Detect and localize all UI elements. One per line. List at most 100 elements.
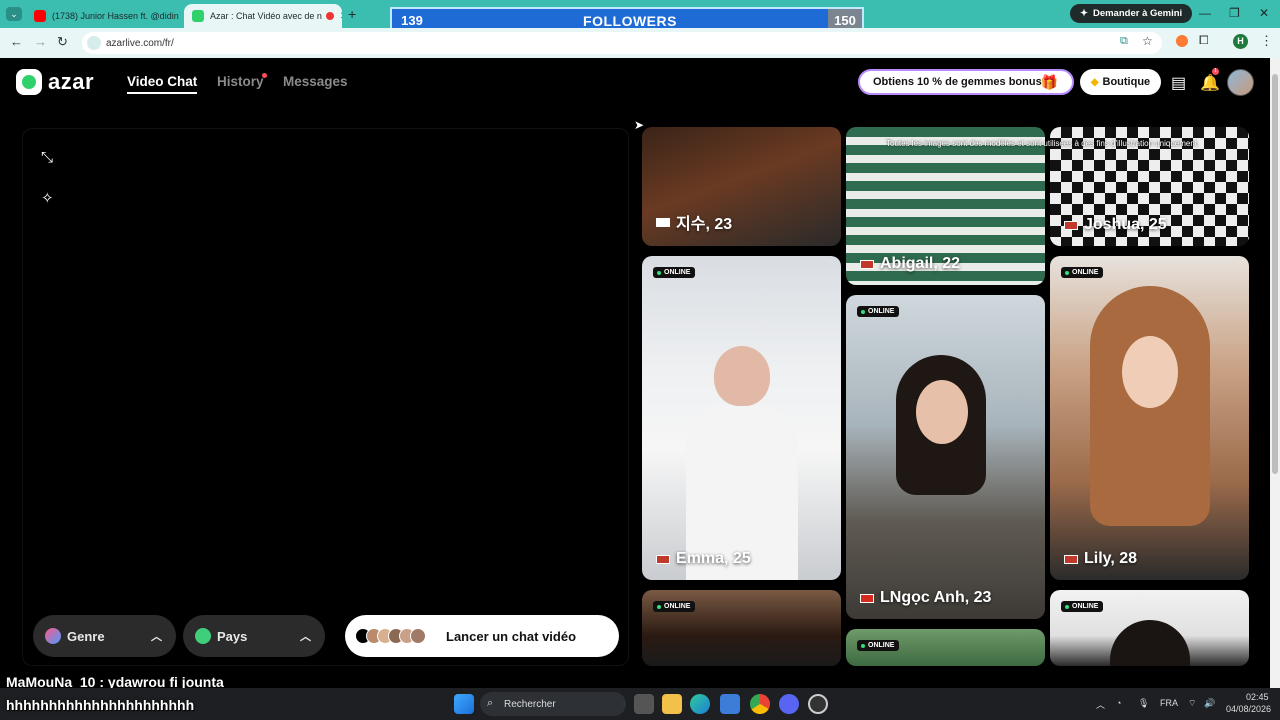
profile-card[interactable]: ONLINE Emma, 25 [642, 256, 841, 580]
online-badge: ONLINE [1061, 601, 1104, 612]
wifi-icon[interactable]: ⌔ [1188, 698, 1196, 709]
portrait-figure [714, 346, 770, 406]
gem-icon: ◆ [1090, 76, 1099, 88]
gemini-label: Demander à Gemini [1092, 8, 1183, 19]
clock-date[interactable]: 04/08/2026 [1226, 704, 1271, 714]
store-icon[interactable] [720, 694, 740, 714]
online-badge: ONLINE [653, 267, 696, 278]
scrollbar-thumb[interactable] [1272, 74, 1278, 474]
back-icon[interactable]: ← [10, 34, 23, 49]
profile-avatar[interactable]: H [1233, 34, 1248, 49]
volume-icon[interactable]: 🔊 [1204, 698, 1215, 709]
launch-video-chat-button[interactable]: Lancer un chat vidéo [345, 615, 619, 657]
chrome-icon[interactable] [750, 694, 770, 714]
extension-icon[interactable] [1176, 35, 1188, 47]
history-new-dot [262, 73, 267, 78]
taskbar-search[interactable]: ⌕ Rechercher [480, 692, 626, 716]
profile-card[interactable]: 지수, 23 [642, 127, 841, 246]
profile-card[interactable]: ONLINE [642, 590, 841, 666]
avatar-stack [355, 628, 426, 644]
avatar [410, 628, 426, 644]
extensions-puzzle-icon[interactable]: ⧠ [1199, 33, 1209, 48]
genre-label: Genre [67, 628, 105, 644]
genre-filter-button[interactable]: Genre ︿ [33, 615, 176, 657]
azar-logo[interactable]: azar [16, 69, 94, 95]
reload-icon[interactable]: ↻ [57, 34, 68, 50]
search-icon: ⌕ [487, 697, 494, 709]
tab-azar[interactable]: Azar : Chat Vidéo avec de n ✕ [184, 4, 342, 28]
recording-icon [325, 12, 334, 20]
discord-icon[interactable] [779, 694, 799, 714]
inbox-icon[interactable]: ▤ [1171, 73, 1186, 93]
online-badge: ONLINE [653, 601, 696, 612]
close-tab-icon[interactable]: ✕ [179, 11, 182, 22]
tab-search-icon[interactable]: ⌄ [6, 7, 22, 21]
online-badge: ONLINE [857, 306, 900, 317]
flag-icon [860, 259, 874, 269]
profile-name: Emma, 25 [656, 550, 751, 568]
nav-messages[interactable]: Messages [283, 74, 348, 89]
new-tab-button[interactable]: + [348, 6, 356, 22]
profile-name: Joshua, 25 [1064, 216, 1167, 234]
azar-favicon-icon [192, 10, 204, 22]
tab-title: (1738) Junior Hassen ft. @didin [52, 11, 179, 21]
magic-wand-icon[interactable]: ✧ [41, 189, 54, 207]
flag-icon [1064, 554, 1078, 564]
tray-chevron-icon[interactable]: ︿ [1096, 698, 1105, 711]
edge-icon[interactable] [690, 694, 710, 714]
profile-card[interactable]: Abigail, 22 [846, 127, 1045, 285]
video-chat-panel: ⤡ ✧ Genre ︿ Pays ︿ Lancer un chat vidéo [22, 128, 629, 666]
gemini-icon: ✦ [1080, 8, 1088, 19]
tab-title: Azar : Chat Vidéo avec de n [210, 11, 322, 21]
profile-name: 지수, 23 [656, 210, 732, 234]
followers-current: 139 [401, 13, 423, 28]
profile-card[interactable]: ONLINE Lily, 28 [1050, 256, 1249, 580]
youtube-icon [34, 10, 46, 22]
profile-card[interactable]: ONLINE LNgọc Anh, 23 [846, 295, 1045, 619]
profile-card[interactable]: ONLINE [846, 629, 1045, 666]
tab-youtube[interactable]: (1738) Junior Hassen ft. @didin ✕ [26, 4, 182, 28]
nav-history[interactable]: History [217, 74, 264, 89]
page-scrollbar[interactable] [1270, 58, 1280, 688]
close-tab-icon[interactable]: ✕ [334, 11, 342, 22]
clock-time[interactable]: 02:45 [1246, 692, 1269, 702]
search-label: Rechercher [504, 698, 556, 710]
nav-video-chat[interactable]: Video Chat [127, 74, 198, 94]
close-window-icon[interactable]: ✕ [1259, 6, 1269, 20]
collapse-icon[interactable]: ⤡ [41, 149, 53, 166]
app-icon[interactable] [808, 694, 828, 714]
promo-label: Obtiens 10 % de gemmes bonus ! [873, 76, 1049, 88]
globe-icon [195, 628, 211, 644]
portrait-face [1122, 336, 1178, 408]
country-filter-button[interactable]: Pays ︿ [183, 615, 325, 657]
mic-icon[interactable]: 🎙 [1138, 698, 1149, 709]
language-indicator[interactable]: FRA [1160, 698, 1178, 708]
stream-chat-line: hhhhhhhhhhhhhhhhhhhhhh [6, 697, 195, 713]
portrait-hair [1110, 620, 1190, 666]
gem-bonus-promo-button[interactable]: Obtiens 10 % de gemmes bonus ! 🎁 [858, 69, 1074, 95]
network-icon[interactable]: ◔ [1116, 698, 1121, 708]
browser-toolbar: ← → ↻ azarlive.com/fr/ ⧉ ☆ ⧠ H ⋮ [0, 28, 1280, 58]
gemini-button[interactable]: ✦ Demander à Gemini [1070, 4, 1193, 23]
file-explorer-icon[interactable] [662, 694, 682, 714]
windows-start-icon[interactable] [454, 694, 474, 714]
gender-icon [45, 628, 61, 644]
address-bar[interactable]: azarlive.com/fr/ ⧉ ☆ [82, 32, 1162, 54]
minimize-icon[interactable]: — [1199, 6, 1211, 20]
flag-icon [656, 217, 670, 227]
azar-wordmark: azar [48, 69, 95, 94]
install-icon[interactable]: ⧉ [1120, 35, 1128, 48]
bell-icon[interactable]: 🔔 [1200, 73, 1220, 93]
boutique-button[interactable]: ◆ Boutique [1080, 69, 1161, 95]
user-avatar[interactable] [1227, 69, 1254, 96]
launch-label: Lancer un chat vidéo [446, 628, 577, 644]
menu-dots-icon[interactable]: ⋮ [1260, 33, 1273, 49]
flag-icon [1064, 220, 1078, 230]
restore-icon[interactable]: ❐ [1229, 6, 1240, 20]
bookmark-star-icon[interactable]: ☆ [1142, 34, 1153, 48]
forward-icon[interactable]: → [34, 34, 47, 49]
task-view-icon[interactable] [634, 694, 654, 714]
site-info-icon[interactable] [87, 36, 101, 50]
notification-badge: 1 [1212, 68, 1219, 75]
profile-card[interactable]: ONLINE [1050, 590, 1249, 666]
